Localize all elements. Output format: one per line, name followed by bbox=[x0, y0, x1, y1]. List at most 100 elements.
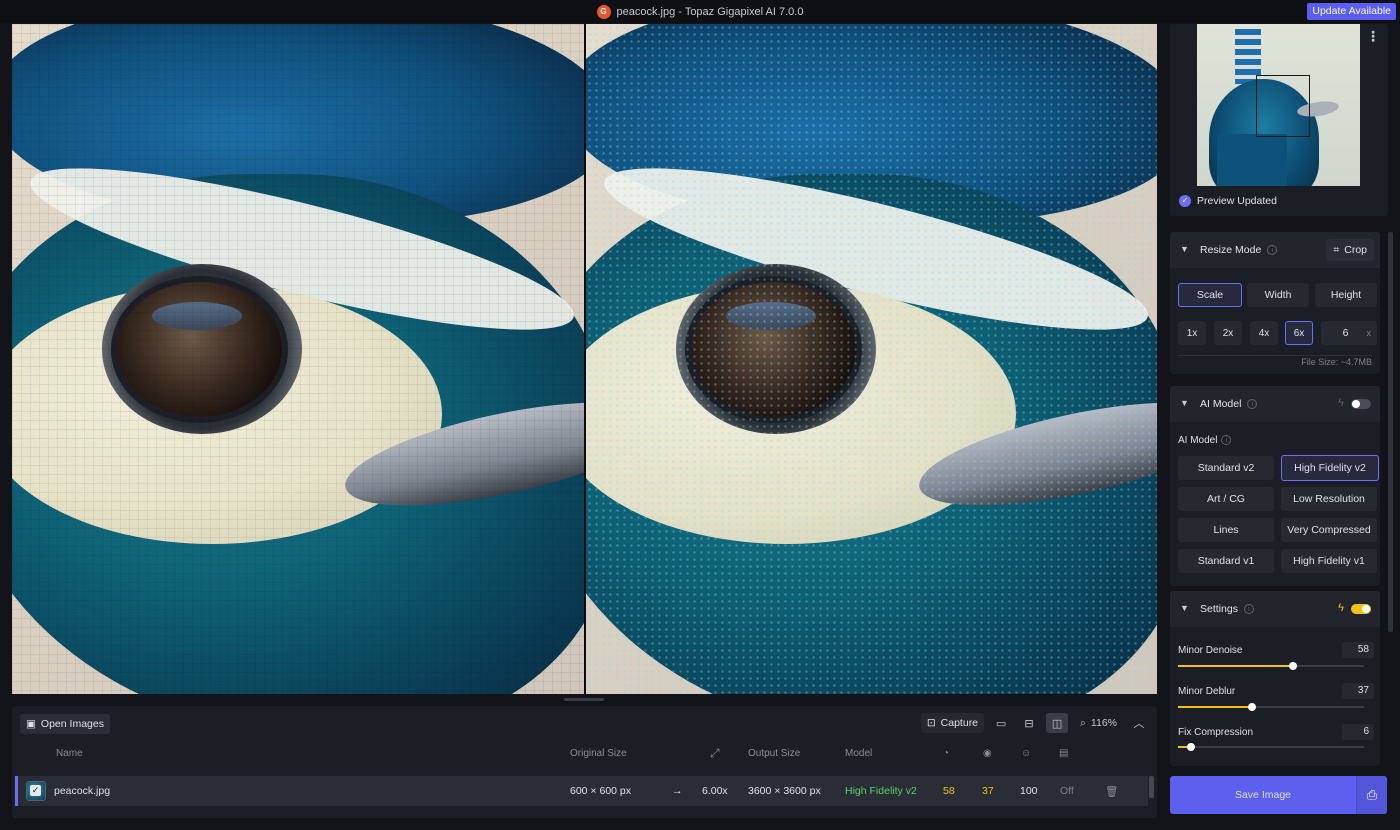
compression-slider[interactable] bbox=[1178, 743, 1364, 751]
image-comparison-viewer[interactable] bbox=[12, 24, 1157, 694]
crop-label: Crop bbox=[1344, 244, 1367, 256]
crop-icon: ⌗ bbox=[1333, 243, 1340, 256]
settings-toggle[interactable] bbox=[1351, 604, 1371, 614]
update-available-button[interactable]: Update Available bbox=[1307, 3, 1396, 20]
zoom-control[interactable]: ⌕ 116% bbox=[1074, 713, 1123, 733]
scale-2x-button[interactable]: 2x bbox=[1214, 321, 1242, 345]
title-bar: G peacock.jpg - Topaz Gigapixel AI 7.0.0… bbox=[0, 0, 1400, 23]
row-output-size: 3600 × 3600 px bbox=[748, 785, 821, 797]
mode-width-button[interactable]: Width bbox=[1247, 283, 1309, 307]
lightning-icon: ϟ bbox=[1338, 397, 1344, 409]
trash-icon[interactable]: 🗑 bbox=[1105, 785, 1118, 798]
slider-label: Fix Compression bbox=[1178, 727, 1254, 738]
table-row[interactable]: ✓ peacock.jpg 600 × 600 px → 6.00x 3600 … bbox=[15, 776, 1148, 806]
file-size: File Size: ~4.7MB bbox=[1301, 357, 1372, 367]
model-very-compressed[interactable]: Very Compressed bbox=[1281, 518, 1377, 542]
window-title-group: G peacock.jpg - Topaz Gigapixel AI 7.0.0 bbox=[596, 4, 803, 19]
resize-mode-title: Resize Mode bbox=[1200, 244, 1262, 256]
scale-4x-button[interactable]: 4x bbox=[1250, 321, 1278, 345]
scale-6x-button[interactable]: 6x bbox=[1285, 321, 1313, 345]
image-icon: ▣ bbox=[26, 718, 36, 730]
ai-model-title: AI Model bbox=[1200, 398, 1242, 410]
col-output-size: Output Size bbox=[748, 748, 801, 759]
col-original-size: Original Size bbox=[570, 748, 627, 759]
capture-label: Capture bbox=[940, 717, 979, 729]
model-art-cg[interactable]: Art / CG bbox=[1178, 487, 1274, 511]
settings-card: ▼ Settings i ϟ Minor Denoise 58 Minor Deb… bbox=[1170, 591, 1380, 766]
model-low-resolution[interactable]: Low Resolution bbox=[1281, 487, 1377, 511]
lightning-icon: ϟ bbox=[1338, 602, 1344, 614]
preview-status-label: Preview Updated bbox=[1197, 195, 1277, 207]
original-image-pane[interactable] bbox=[12, 24, 584, 694]
view-controls: ⊡ Capture ▭ ⊟ ◫ ⌕ 116% ︿ bbox=[920, 713, 1149, 733]
save-bar: Save Image ⎙ bbox=[1170, 776, 1387, 814]
topaz-logo-icon: G bbox=[596, 4, 611, 19]
resize-mode-card: ▼ Resize Mode i ⌗ Crop Scale Width Height bbox=[1170, 232, 1380, 374]
side-by-side-view-icon[interactable]: ◫ bbox=[1046, 713, 1069, 733]
compression-icon: ▤ bbox=[1059, 748, 1069, 759]
navigator-viewport-box[interactable] bbox=[1256, 75, 1310, 137]
zoom-icon: ⌕ bbox=[1080, 716, 1086, 729]
capture-icon: ⊡ bbox=[926, 717, 936, 729]
col-model: Model bbox=[845, 748, 873, 759]
chevron-down-icon: ▼ bbox=[1180, 398, 1189, 408]
sidebar-scrollbar[interactable] bbox=[1388, 232, 1393, 632]
capture-button[interactable]: ⊡ Capture bbox=[920, 713, 985, 733]
navigator-card: ⋮ ✓ Preview Updated bbox=[1170, 24, 1388, 216]
mode-height-button[interactable]: Height bbox=[1315, 283, 1377, 307]
arrow-right-icon: → bbox=[672, 785, 683, 797]
split-view-icon[interactable]: ⊟ bbox=[1018, 713, 1040, 733]
export-settings-icon[interactable]: ⎙ bbox=[1356, 776, 1387, 814]
mode-scale-button[interactable]: Scale bbox=[1178, 283, 1242, 307]
check-circle-icon: ✓ bbox=[1179, 195, 1191, 207]
queue-table-header: Name Original Size ⤢ Output Size Model ◔… bbox=[12, 744, 1157, 764]
denoise-icon: ◔ bbox=[943, 748, 950, 759]
info-icon[interactable]: i bbox=[1221, 435, 1232, 446]
settings-header[interactable]: ▼ Settings i ϟ bbox=[1170, 591, 1380, 627]
ai-model-card: ▼ AI Model i ϟ AI Model i Standard v2 High… bbox=[1170, 386, 1380, 586]
ai-model-subtitle: AI Model i bbox=[1178, 435, 1232, 446]
more-options-icon[interactable]: ⋮ bbox=[1366, 28, 1380, 45]
custom-scale-input[interactable]: 6 x bbox=[1321, 321, 1377, 345]
queue-scrollbar[interactable] bbox=[1149, 776, 1154, 798]
compression-value-input[interactable]: 6 bbox=[1342, 724, 1374, 740]
chevron-up-icon[interactable]: ︿ bbox=[1129, 713, 1149, 733]
resize-mode-header[interactable]: ▼ Resize Mode i ⌗ Crop bbox=[1170, 232, 1380, 268]
info-icon[interactable]: i bbox=[1267, 245, 1278, 256]
row-compression: Off bbox=[1060, 785, 1074, 797]
info-icon[interactable]: i bbox=[1247, 399, 1258, 410]
model-standard-v1[interactable]: Standard v1 bbox=[1178, 549, 1274, 573]
scale-1x-button[interactable]: 1x bbox=[1178, 321, 1206, 345]
panel-resize-handle[interactable] bbox=[564, 698, 604, 701]
deblur-icon: ◉ bbox=[983, 748, 992, 759]
info-icon[interactable]: i bbox=[1243, 604, 1254, 615]
checkbox-icon[interactable]: ✓ bbox=[30, 785, 41, 796]
preview-status: ✓ Preview Updated bbox=[1179, 195, 1277, 207]
crop-button[interactable]: ⌗ Crop bbox=[1326, 239, 1374, 261]
divider bbox=[1178, 355, 1372, 356]
denoise-value-input[interactable]: 58 bbox=[1342, 642, 1374, 658]
model-high-fidelity-v2[interactable]: High Fidelity v2 bbox=[1281, 455, 1379, 481]
image-queue-panel: ▣ Open Images ⊡ Capture ▭ ⊟ ◫ ⌕ 116% ︿ N… bbox=[12, 706, 1157, 818]
ai-model-toggle[interactable] bbox=[1351, 399, 1371, 409]
queue-toolbar: ▣ Open Images ⊡ Capture ▭ ⊟ ◫ ⌕ 116% ︿ bbox=[12, 706, 1157, 740]
scale-icon: ⤢ bbox=[710, 746, 720, 760]
deblur-slider[interactable] bbox=[1178, 703, 1364, 711]
zoom-level: 116% bbox=[1090, 717, 1117, 729]
save-image-button[interactable]: Save Image bbox=[1170, 776, 1356, 814]
face-recovery-icon: ☺ bbox=[1021, 748, 1032, 759]
row-denoise: 58 bbox=[943, 785, 955, 797]
model-lines[interactable]: Lines bbox=[1178, 518, 1274, 542]
model-standard-v2[interactable]: Standard v2 bbox=[1178, 456, 1274, 480]
navigator-thumbnail[interactable] bbox=[1197, 24, 1360, 186]
model-high-fidelity-v1[interactable]: High Fidelity v1 bbox=[1281, 549, 1377, 573]
open-images-button[interactable]: ▣ Open Images bbox=[20, 714, 110, 734]
ai-model-header[interactable]: ▼ AI Model i ϟ bbox=[1170, 386, 1380, 422]
custom-scale-value: 6 bbox=[1342, 327, 1349, 339]
denoise-slider[interactable] bbox=[1178, 662, 1364, 670]
slider-label: Minor Denoise bbox=[1178, 645, 1243, 656]
single-view-icon[interactable]: ▭ bbox=[990, 713, 1012, 733]
chevron-down-icon: ▼ bbox=[1180, 603, 1189, 613]
enhanced-image-pane[interactable] bbox=[586, 24, 1157, 694]
deblur-value-input[interactable]: 37 bbox=[1342, 683, 1374, 699]
